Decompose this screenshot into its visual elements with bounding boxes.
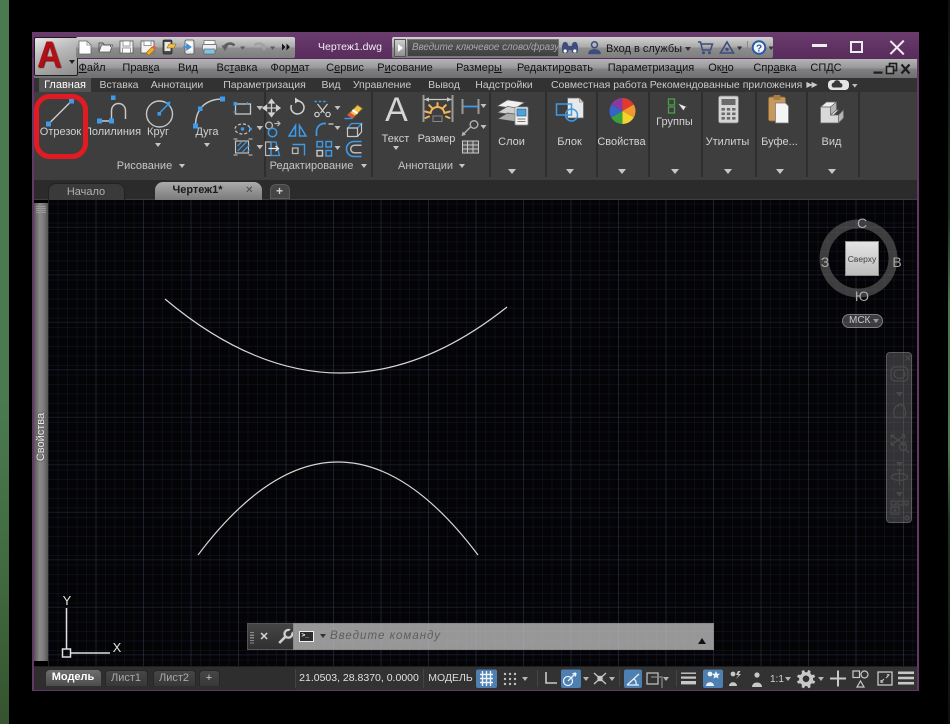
svg-text:Вход в службы: Вход в службы [606,43,682,55]
svg-text:Y: Y [63,593,72,608]
svg-text:1:1: 1:1 [770,674,784,685]
svg-text:А: А [385,92,408,129]
svg-text:X: X [113,640,122,655]
svg-text:?: ? [756,44,762,55]
